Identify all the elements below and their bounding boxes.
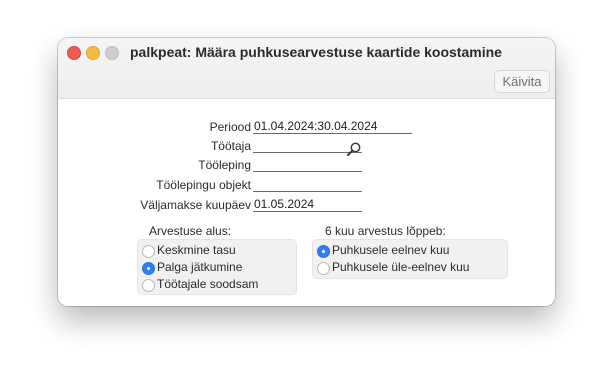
radio-label: Puhkusele üle-eelnev kuu: [332, 260, 470, 274]
period-label: Periood: [209, 120, 251, 134]
run-button[interactable]: Käivita: [494, 70, 550, 93]
radio-salary-continuation[interactable]: Palga jätkumine: [142, 260, 282, 276]
payout-date-label: Väljamakse kuupäev: [140, 198, 251, 212]
period-input[interactable]: 01.04.2024:30.04.2024: [253, 119, 412, 134]
radio-label: Puhkusele eelnev kuu: [332, 243, 450, 257]
radio-button[interactable]: [142, 279, 155, 292]
contract-input[interactable]: [253, 157, 362, 172]
form-content: Periood 01.04.2024:30.04.2024 Töötaja Tö…: [58, 99, 555, 306]
radio-button-selected[interactable]: [142, 262, 155, 275]
end-month-group-title: 6 kuu arvestus lõppeb:: [325, 224, 446, 238]
radio-button[interactable]: [142, 245, 155, 258]
zoom-button: [105, 46, 119, 60]
title-bar: palkpeat: Määra puhkusearvestuse kaartid…: [58, 38, 555, 99]
basis-group-title: Arvestuse alus:: [149, 224, 232, 238]
search-icon[interactable]: [346, 141, 362, 157]
employee-label: Töötaja: [210, 139, 251, 153]
radio-previous-month[interactable]: Puhkusele eelnev kuu: [317, 243, 497, 259]
radio-label: Töötajale soodsam: [157, 277, 259, 291]
close-button[interactable]: [67, 46, 81, 60]
window-title: palkpeat: Määra puhkusearvestuse kaartid…: [130, 44, 502, 60]
basis-radio-group: Keskmine tasu Palga jätkumine Töötajale …: [137, 239, 297, 295]
radio-button-selected[interactable]: [317, 245, 330, 258]
radio-month-before-previous[interactable]: Puhkusele üle-eelnev kuu: [317, 260, 497, 276]
payout-date-input[interactable]: 01.05.2024: [253, 197, 362, 212]
radio-label: Keskmine tasu: [157, 243, 236, 257]
contract-object-label: Töölepingu objekt: [156, 178, 251, 192]
radio-average-pay[interactable]: Keskmine tasu: [142, 243, 282, 259]
dialog-window: palkpeat: Määra puhkusearvestuse kaartid…: [58, 38, 555, 306]
minimize-button[interactable]: [86, 46, 100, 60]
contract-object-input[interactable]: [253, 177, 362, 192]
radio-button[interactable]: [317, 262, 330, 275]
radio-label: Palga jätkumine: [157, 260, 243, 274]
contract-label: Tööleping: [198, 158, 251, 172]
end-month-radio-group: Puhkusele eelnev kuu Puhkusele üle-eelne…: [312, 239, 508, 279]
radio-favorable-to-employee[interactable]: Töötajale soodsam: [142, 277, 282, 293]
